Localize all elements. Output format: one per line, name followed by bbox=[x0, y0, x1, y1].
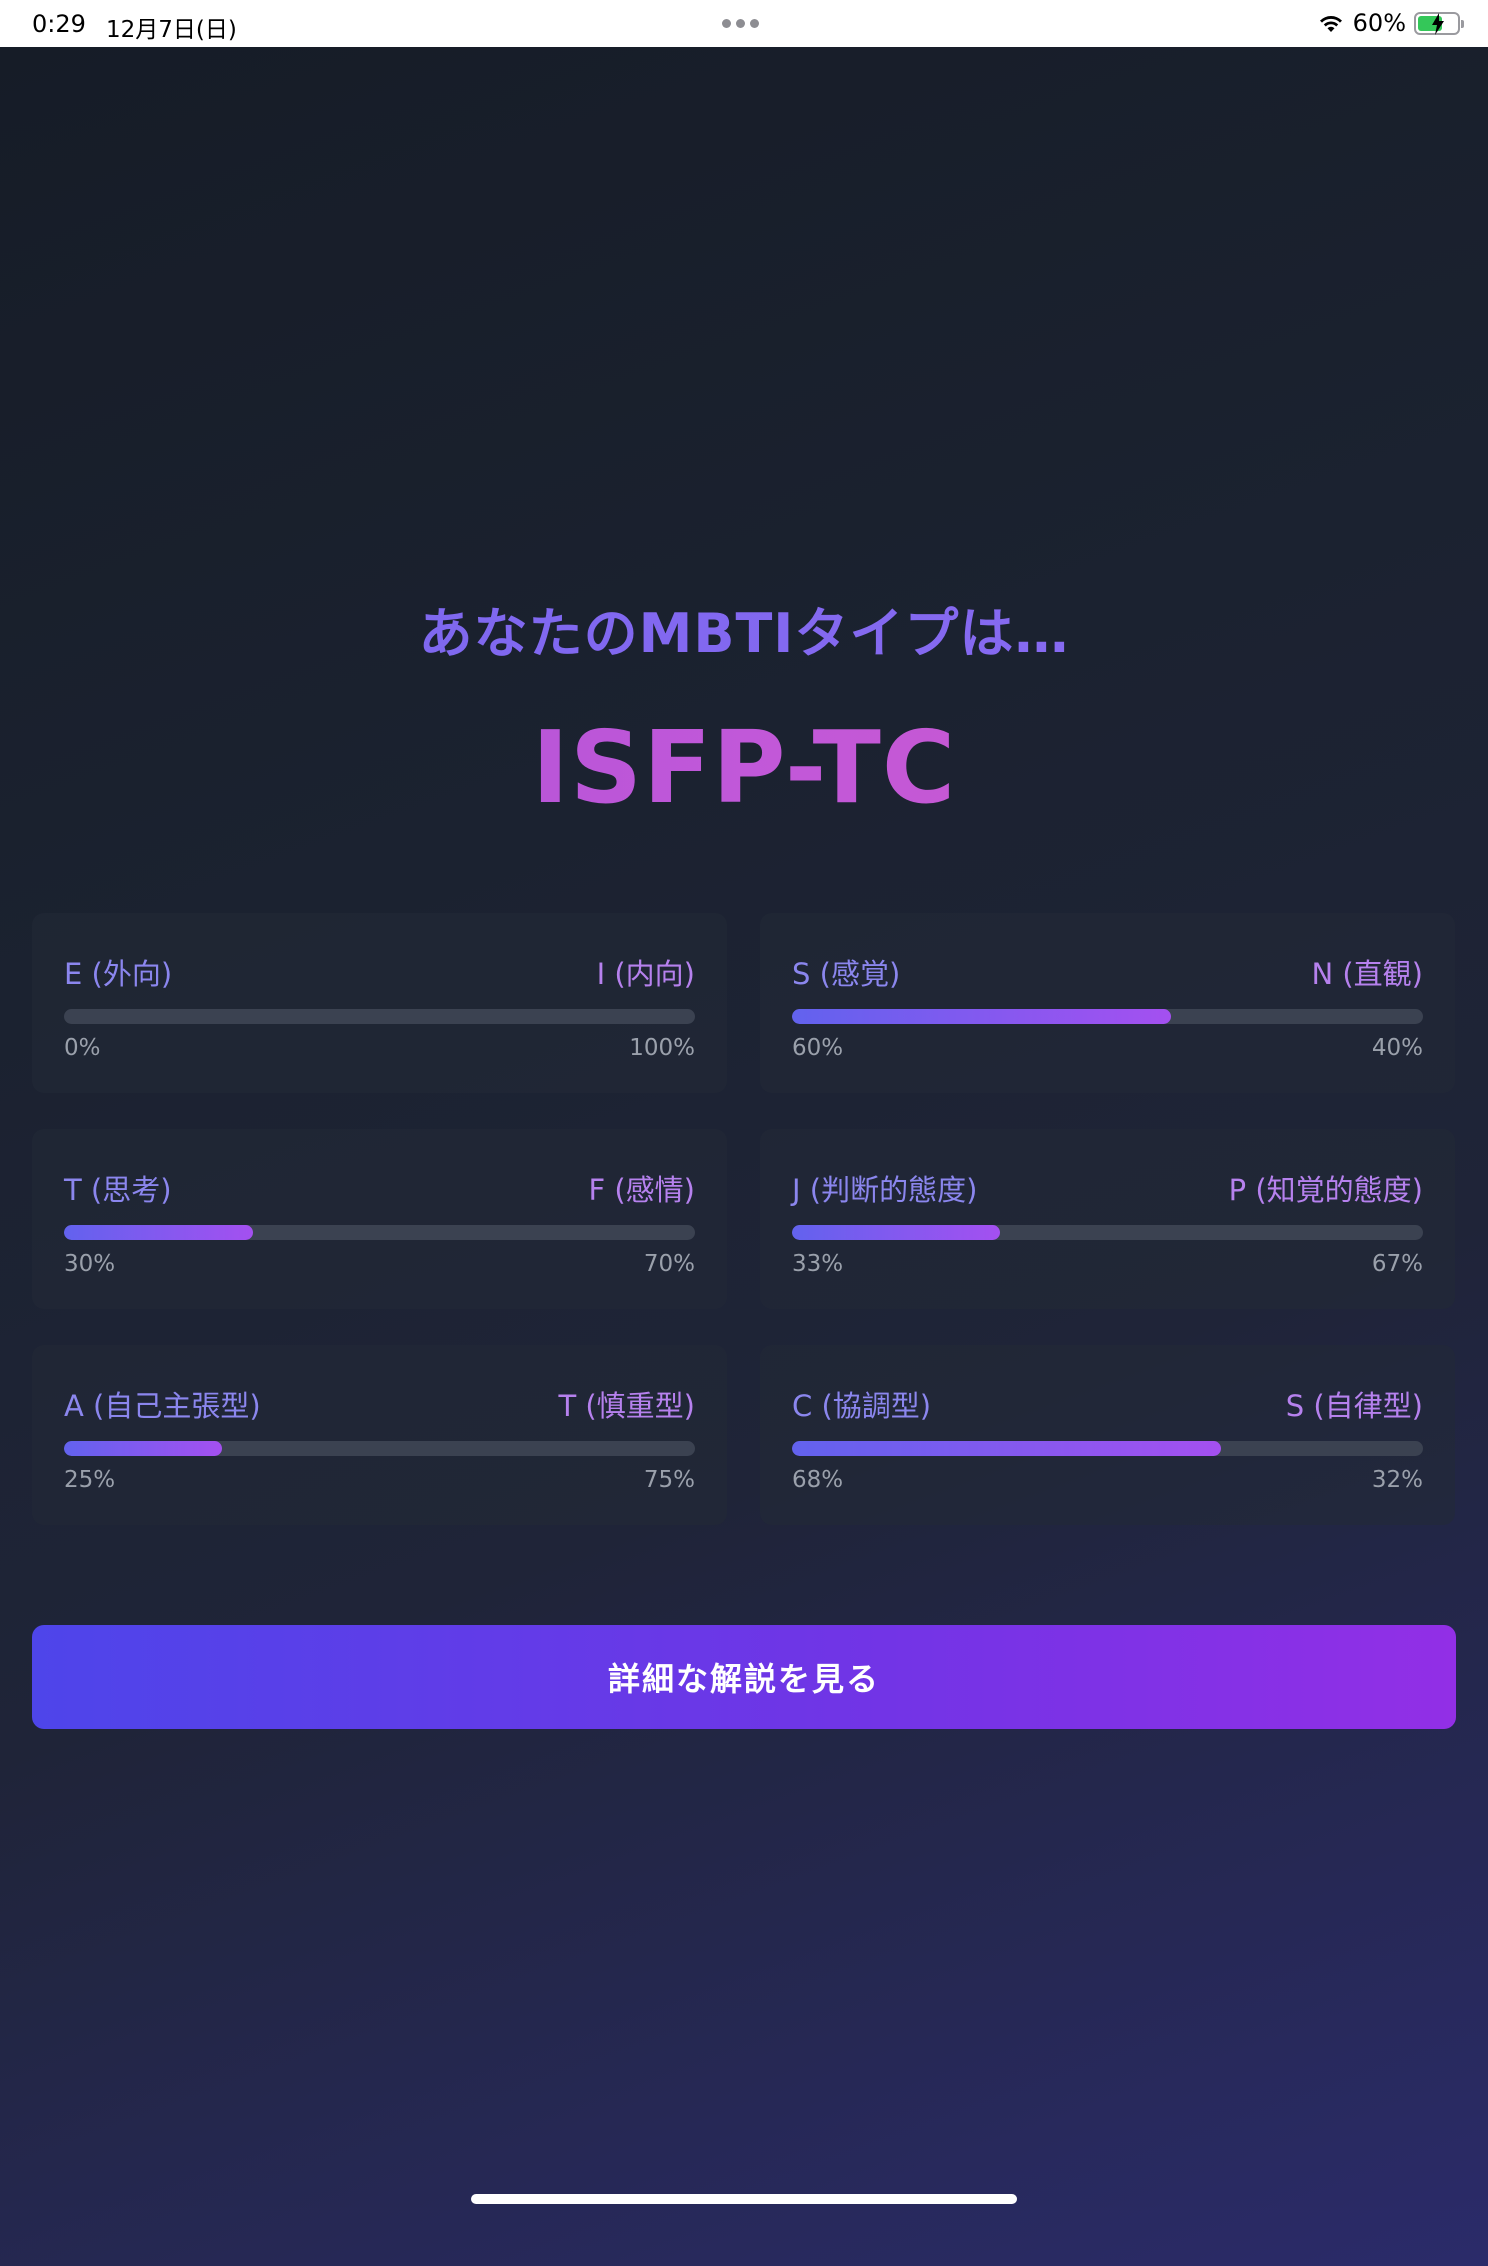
result-screen: あなたのMBTIタイプは… ISFP-TC E (外向) I (内向) 0% 100%… bbox=[0, 47, 1488, 2266]
dimension-progress-fill bbox=[792, 1009, 1171, 1024]
dimension-left-label: C (協調型) bbox=[792, 1389, 932, 1423]
dimension-right-percent: 40% bbox=[1371, 1035, 1423, 1061]
dimension-card: T (思考) F (感情) 30% 70% bbox=[32, 1129, 727, 1309]
dimension-left-label: J (判断的態度) bbox=[792, 1173, 978, 1207]
dimension-left-label: A (自己主張型) bbox=[64, 1389, 261, 1423]
dimension-progress-fill bbox=[64, 1441, 222, 1456]
dimension-left-label: E (外向) bbox=[64, 957, 173, 991]
status-bar: 0:29 12月7日(日) 60% bbox=[0, 0, 1488, 47]
dimension-progress-fill bbox=[64, 1225, 254, 1240]
dimension-progress-track bbox=[792, 1441, 1423, 1456]
status-date: 12月7日(日) bbox=[106, 17, 237, 43]
dimension-right-percent: 32% bbox=[1371, 1467, 1423, 1493]
result-subtitle: あなたのMBTIタイプは… bbox=[0, 589, 1488, 668]
status-time: 0:29 bbox=[32, 10, 86, 38]
wifi-icon bbox=[1319, 16, 1342, 32]
dimension-left-percent: 60% bbox=[792, 1035, 844, 1061]
dimension-left-percent: 68% bbox=[792, 1467, 844, 1493]
dimension-right-label: F (感情) bbox=[588, 1173, 695, 1207]
dimension-left-percent: 0% bbox=[64, 1035, 101, 1061]
dimension-right-label: I (内向) bbox=[596, 957, 695, 991]
dimension-progress-track bbox=[792, 1009, 1423, 1024]
multitasking-dots-icon[interactable] bbox=[722, 19, 759, 28]
dimension-left-label: T (思考) bbox=[64, 1173, 172, 1207]
dimension-card: E (外向) I (内向) 0% 100% bbox=[32, 913, 727, 1093]
battery-icon bbox=[1414, 11, 1464, 35]
dimension-progress-track bbox=[792, 1225, 1423, 1240]
dimension-right-percent: 100% bbox=[629, 1035, 695, 1061]
dimension-progress-fill bbox=[792, 1225, 1001, 1240]
dimension-card: S (感覚) N (直観) 60% 40% bbox=[760, 913, 1455, 1093]
home-indicator[interactable] bbox=[471, 2194, 1017, 2204]
dimension-right-label: T (慎重型) bbox=[558, 1389, 695, 1423]
dimension-card: C (協調型) S (自律型) 68% 32% bbox=[760, 1345, 1455, 1525]
dimension-left-percent: 33% bbox=[792, 1251, 844, 1277]
dimension-left-percent: 25% bbox=[64, 1467, 116, 1493]
battery-percent: 60% bbox=[1352, 9, 1406, 37]
dimension-progress-track bbox=[64, 1441, 695, 1456]
dimension-card: A (自己主張型) T (慎重型) 25% 75% bbox=[32, 1345, 727, 1525]
view-details-button[interactable]: 詳細な解説を見る bbox=[32, 1625, 1456, 1729]
dimension-progress-fill bbox=[792, 1441, 1222, 1456]
dimension-right-percent: 70% bbox=[643, 1251, 695, 1277]
dimension-progress-track bbox=[64, 1225, 695, 1240]
dimension-left-label: S (感覚) bbox=[792, 957, 901, 991]
dimension-right-percent: 75% bbox=[643, 1467, 695, 1493]
dimension-right-label: S (自律型) bbox=[1285, 1389, 1423, 1423]
dimension-card: J (判断的態度) P (知覚的態度) 33% 67% bbox=[760, 1129, 1455, 1309]
dimension-right-label: P (知覚的態度) bbox=[1228, 1173, 1423, 1207]
dimension-right-label: N (直観) bbox=[1311, 957, 1423, 991]
mbti-type-code: ISFP-TC bbox=[0, 709, 1488, 826]
dimension-left-percent: 30% bbox=[64, 1251, 116, 1277]
dimension-progress-track bbox=[64, 1009, 695, 1024]
status-right: 60% bbox=[1317, 9, 1464, 37]
dimension-right-percent: 67% bbox=[1371, 1251, 1423, 1277]
